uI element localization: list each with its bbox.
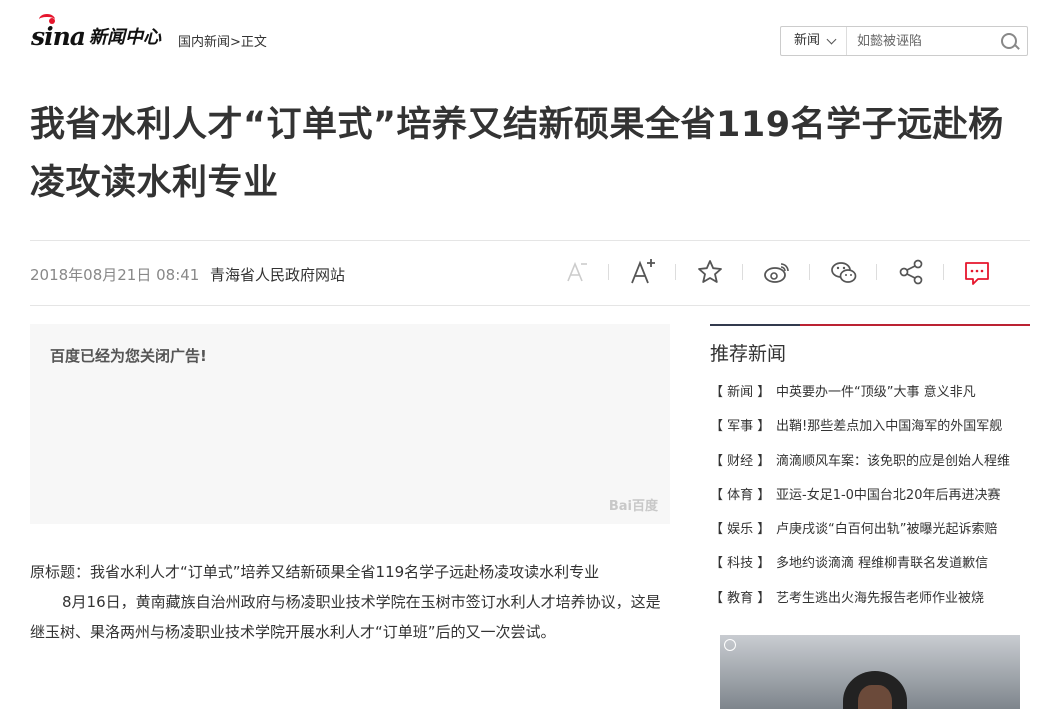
news-category: 【 教育 】	[710, 590, 771, 606]
news-link[interactable]: 多地约谈滴滴 程维柳青联名发道歉信	[776, 551, 1030, 585]
sina-news-logo[interactable]: sina 新闻中心	[31, 14, 161, 51]
ad-placeholder: 百度已经为您关闭广告! Bai百度	[30, 324, 670, 524]
article-paragraph: 原标题：我省水利人才“订单式”培养又结新硕果全省119名学子远赴杨凌攻读水利专业	[30, 563, 600, 581]
news-category: 【 娱乐 】	[710, 522, 771, 538]
list-item[interactable]: 【 体育 】亚运-女足1-0中国台北20年后再进决赛	[710, 483, 1030, 517]
logo-channel-text: 新闻中心	[88, 27, 161, 48]
news-link[interactable]: 滴滴顺风车案：该免职的应是创始人程维	[776, 449, 1030, 483]
toolbar-separator	[809, 264, 810, 280]
search-category-label: 新闻	[794, 33, 821, 48]
recommended-news-list: 【 新闻 】中英要办一件“顶级”大事 意义非凡 【 军事 】出鞘!那些差点加入中…	[710, 380, 1030, 620]
toolbar-separator	[675, 264, 676, 280]
list-item[interactable]: 【 教育 】艺考生逃出火海先报告老师作业被烧	[710, 586, 1030, 620]
breadcrumb-separator: >	[230, 35, 241, 50]
news-category: 【 体育 】	[710, 487, 771, 503]
list-item[interactable]: 【 军事 】出鞘!那些差点加入中国海军的外国军舰	[710, 414, 1030, 448]
article-body: 原标题：我省水利人才“订单式”培养又结新硕果全省119名学子远赴杨凌攻读水利专业…	[30, 557, 670, 647]
share-icon[interactable]	[894, 255, 928, 289]
meta-top-divider	[30, 240, 1030, 241]
top-bar: sina 新闻中心 国内新闻>正文 新闻	[0, 0, 1049, 80]
toolbar-separator	[742, 264, 743, 280]
toolbar-separator	[876, 264, 877, 280]
article-title: 我省水利人才“订单式”培养又结新硕果全省119名学子远赴杨凌攻读水利专业	[30, 105, 1004, 203]
news-category: 【 新闻 】	[710, 385, 771, 400]
wechat-icon[interactable]	[827, 255, 861, 289]
recommended-news-title: 推荐新闻	[710, 343, 787, 365]
weibo-icon[interactable]	[760, 255, 794, 289]
news-link[interactable]: 艺考生逃出火海先报告老师作业被烧	[776, 586, 1030, 620]
article-date: 2018年08月21日 08:41	[30, 266, 200, 284]
article-paragraph: 8月16日，黄南藏族自治州政府与杨凌职业技术学院在玉树市签订水利人才培养协议，这…	[30, 593, 661, 641]
star-icon[interactable]	[693, 255, 727, 289]
toolbar-separator	[943, 264, 944, 280]
article-source[interactable]: 青海省人民政府网站	[210, 264, 345, 285]
list-item[interactable]: 【 新闻 】中英要办一件“顶级”大事 意义非凡	[710, 380, 1030, 414]
news-link[interactable]: 出鞘!那些差点加入中国海军的外国军舰	[776, 414, 1030, 448]
news-category: 【 科技 】	[710, 556, 771, 572]
search-box: 新闻	[780, 26, 1028, 56]
search-icon-handle	[1014, 44, 1020, 50]
font-increase-icon[interactable]	[626, 255, 660, 289]
image-figure-face	[858, 685, 892, 709]
breadcrumb: 国内新闻>正文	[178, 31, 267, 50]
logo-eye-dot	[49, 18, 55, 24]
news-category: 【 军事 】	[710, 419, 771, 435]
comment-icon[interactable]	[960, 255, 994, 289]
sidebar-rule-dark	[710, 324, 800, 326]
breadcrumb-domestic-news[interactable]: 国内新闻	[178, 35, 230, 50]
news-link[interactable]: 卢庚戌谈“白百何出轨”被曝光起诉索赔	[776, 517, 1030, 551]
breadcrumb-current: 正文	[240, 35, 267, 50]
search-button[interactable]	[999, 31, 1021, 53]
list-item[interactable]: 【 财经 】滴滴顺风车案：该免职的应是创始人程维	[710, 449, 1030, 483]
info-icon	[724, 639, 736, 651]
meta-bottom-divider	[30, 305, 1030, 306]
toolbar-separator	[608, 264, 609, 280]
ad-closed-text: 百度已经为您关闭广告!	[50, 347, 207, 365]
news-category: 【 财经 】	[710, 453, 771, 469]
search-category-select[interactable]: 新闻	[781, 27, 847, 55]
news-link[interactable]: 亚运-女足1-0中国台北20年后再进决赛	[776, 483, 1030, 517]
list-item[interactable]: 【 娱乐 】卢庚戌谈“白百何出轨”被曝光起诉索赔	[710, 517, 1030, 551]
font-decrease-icon[interactable]	[560, 255, 594, 289]
sidebar-news-image[interactable]	[720, 635, 1020, 709]
logo-sina-text: sina	[31, 22, 86, 51]
sidebar-rule-red	[800, 324, 1030, 326]
chevron-down-icon	[826, 34, 837, 45]
news-link[interactable]: 中英要办一件“顶级”大事 意义非凡	[776, 380, 1030, 414]
baidu-logo: Bai百度	[608, 499, 658, 514]
list-item[interactable]: 【 科技 】多地约谈滴滴 程维柳青联名发道歉信	[710, 551, 1030, 585]
search-input[interactable]	[849, 29, 1005, 53]
